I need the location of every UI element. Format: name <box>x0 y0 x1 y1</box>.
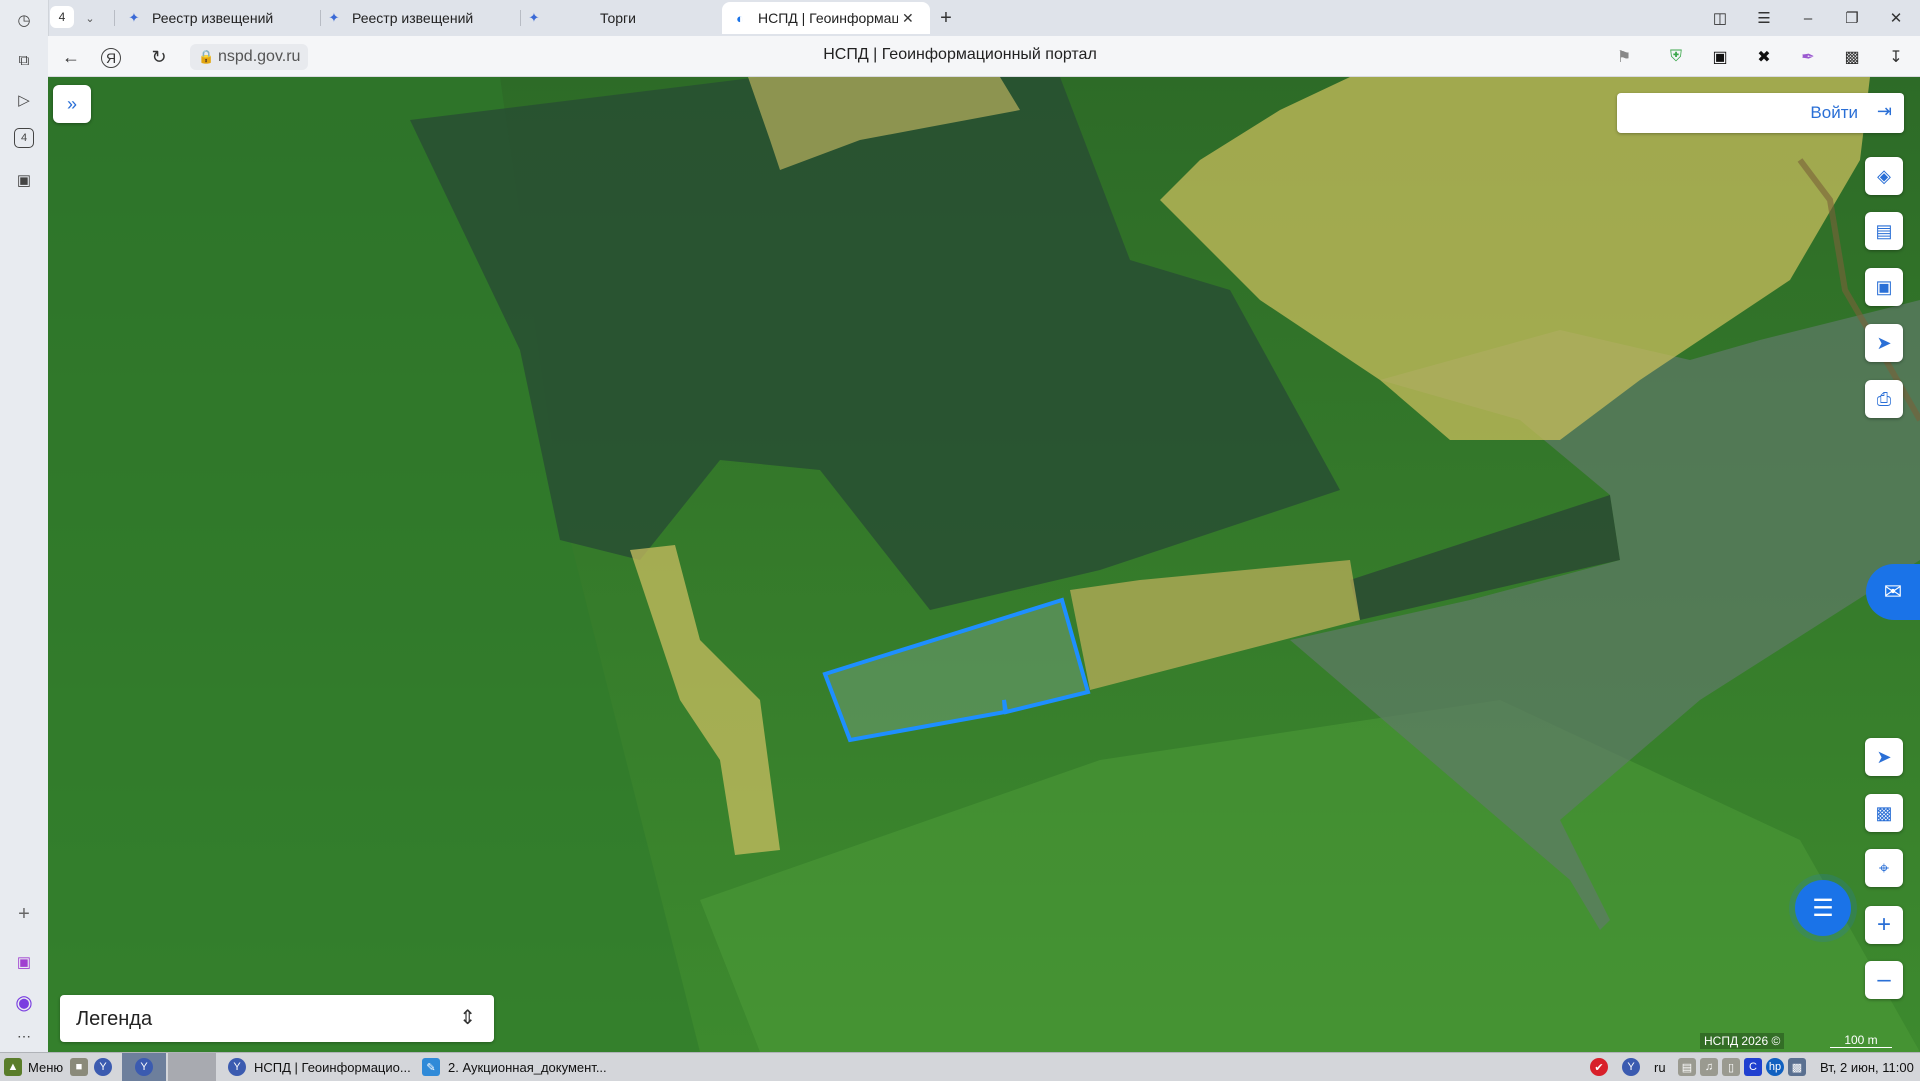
tab-separator <box>320 10 321 26</box>
url-field[interactable]: 🔒 nspd.gov.ru <box>190 44 309 70</box>
tab-torgi[interactable]: ✦ Торги <box>526 4 716 32</box>
folder-icon: ■ <box>70 1058 88 1076</box>
alice-assistant-icon[interactable]: ◉ <box>12 990 36 1014</box>
satellite-map[interactable] <box>48 77 1920 1052</box>
download-icon[interactable]: ↧ <box>1884 45 1908 69</box>
history-icon[interactable]: ◷ <box>12 8 36 32</box>
shopping-icon[interactable]: ▣ <box>12 950 36 974</box>
bookmarks-panel-icon[interactable]: ◫ <box>1708 6 1732 30</box>
login-button[interactable]: Войти ⇥ <box>1617 93 1904 133</box>
tab-label: Торги <box>600 10 636 26</box>
extension-icon[interactable]: ✖ <box>1752 45 1776 69</box>
zoom-in-button[interactable]: + <box>1865 906 1903 944</box>
locate-me-button[interactable]: ➤ <box>1865 738 1903 776</box>
lock-icon: 🔒 <box>198 49 215 64</box>
tab-counter[interactable]: 4 <box>50 6 74 28</box>
minimap-button[interactable]: ▩ <box>1865 794 1903 832</box>
screenshot-icon[interactable]: ▣ <box>12 168 36 192</box>
new-tab-button[interactable]: + <box>934 6 958 30</box>
os-taskbar: ▲ Меню ■ Y Y Y НСПД | Геоинформацио... ✎… <box>0 1052 1920 1081</box>
nspd-favicon: ◐ <box>736 10 744 26</box>
tab-list-dropdown-icon[interactable]: ⌄ <box>80 8 100 28</box>
tab-reestr-1[interactable]: ✦ Реестр извещений <box>126 4 316 32</box>
tray-volume-icon[interactable]: ♫ <box>1700 1053 1718 1081</box>
bookmark-icon[interactable]: ⚑ <box>1612 45 1636 69</box>
zoom-out-button[interactable]: – <box>1865 961 1903 999</box>
tab-separator <box>114 10 115 26</box>
yandex-home-icon[interactable]: Я <box>101 48 121 68</box>
address-bar <box>48 36 1920 77</box>
feedback-button[interactable]: ✉ <box>1866 564 1920 620</box>
taskbar-blank <box>168 1053 216 1081</box>
more-icon[interactable]: ⋯ <box>12 1024 36 1048</box>
tray-app-c-icon[interactable]: C <box>1744 1053 1762 1081</box>
back-arrow-icon[interactable]: ← <box>58 44 84 70</box>
taskbar-window-document[interactable]: ✎ 2. Аукционная_документ... <box>422 1053 622 1081</box>
layers-button[interactable]: ◈ <box>1865 157 1903 195</box>
document-icon: ✎ <box>422 1058 440 1076</box>
menu-icon: ▲ <box>4 1058 22 1076</box>
close-tab-icon[interactable]: ✕ <box>902 10 914 27</box>
print-button[interactable]: ⎙ <box>1865 380 1903 418</box>
yandex-browser-icon: Y <box>228 1058 246 1076</box>
close-window-icon[interactable]: ✕ <box>1884 6 1908 30</box>
counter-badge[interactable]: 4 <box>14 128 34 148</box>
yandex-browser-icon: Y <box>94 1058 112 1076</box>
chat-icon: ☰ <box>1812 894 1834 922</box>
tab-nspd-active[interactable]: ◐ НСПД | Геоинформаци ✕ <box>722 2 930 34</box>
map-scale-bar: 100 m <box>1830 1033 1892 1048</box>
tab-separator <box>520 10 521 26</box>
feedback-icon: ✉ <box>1883 579 1903 604</box>
play-icon[interactable]: ▷ <box>12 88 36 112</box>
tray-display-icon[interactable]: ▩ <box>1788 1053 1806 1081</box>
tray-yandex-icon[interactable]: Y <box>1622 1053 1640 1081</box>
menu-icon[interactable]: ☰ <box>1752 6 1776 30</box>
login-arrow-icon: ⇥ <box>1876 101 1892 121</box>
minimize-icon[interactable]: – <box>1796 6 1820 30</box>
system-clock[interactable]: Вт, 2 июн, 11:00 <box>1820 1053 1914 1081</box>
tab-label: Реестр извещений <box>152 10 274 26</box>
tab-reestr-2[interactable]: ✦ Реестр извещений <box>326 4 516 32</box>
restore-icon[interactable]: ❐ <box>1840 6 1864 30</box>
quicklaunch-yandex-2[interactable]: Y <box>122 1053 166 1081</box>
quicklaunch-files[interactable]: ■ <box>70 1053 88 1081</box>
gov-emblem-icon: ✦ <box>528 10 540 25</box>
expand-panel-button[interactable]: » <box>53 85 91 123</box>
legend-dropdown[interactable]: Легенда ⇕ <box>60 995 494 1042</box>
tray-clipboard-icon[interactable]: ▯ <box>1722 1053 1740 1081</box>
chat-button[interactable]: ☰ <box>1795 880 1851 936</box>
start-menu-button[interactable]: ▲ Меню <box>4 1053 63 1081</box>
map-canvas[interactable] <box>48 77 1920 1052</box>
add-panel-icon[interactable]: + <box>12 902 36 926</box>
taskbar-window-nspd[interactable]: Y НСПД | Геоинформацио... <box>228 1053 418 1081</box>
keyboard-layout[interactable]: ru <box>1654 1053 1666 1081</box>
ruler-button[interactable]: ▤ <box>1865 212 1903 250</box>
extension-icon[interactable]: ✒ <box>1796 45 1820 69</box>
quicklaunch-yandex[interactable]: Y <box>94 1053 112 1081</box>
tray-hp-icon[interactable]: hp <box>1766 1053 1784 1081</box>
browser-side-panel: ◷ ⧉ ▷ 4 ▣ + ▣ ◉ ⋯ <box>0 0 49 1052</box>
tray-network-icon[interactable]: ▤ <box>1678 1053 1696 1081</box>
tray-app-icon[interactable]: ✔ <box>1590 1053 1608 1081</box>
gov-emblem-icon: ✦ <box>128 10 140 25</box>
area-select-button[interactable]: ▣ <box>1865 268 1903 306</box>
reload-icon[interactable]: ↻ <box>146 44 172 70</box>
browser-tab-bar: ◷ 4 ⌄ ✦ Реестр извещений ✦ Реестр извеще… <box>0 0 1920 36</box>
tab-label: Реестр извещений <box>352 10 474 26</box>
yandex-browser-icon: Y <box>135 1058 153 1076</box>
expand-collapse-icon: ⇕ <box>459 1007 476 1029</box>
share-button[interactable]: ➤ <box>1865 324 1903 362</box>
gov-emblem-icon: ✦ <box>328 10 340 25</box>
tab-label: НСПД | Геоинформаци <box>758 10 898 26</box>
extension-icon[interactable]: ▣ <box>1708 45 1732 69</box>
extensions-puzzle-icon[interactable]: ▩ <box>1840 45 1864 69</box>
protect-shield-icon[interactable]: ⛨ <box>1664 45 1688 69</box>
map-copyright: НСПД 2026 © <box>1700 1033 1785 1049</box>
collections-icon[interactable]: ⧉ <box>12 48 36 72</box>
search-location-button[interactable]: ⌖ <box>1865 849 1903 887</box>
